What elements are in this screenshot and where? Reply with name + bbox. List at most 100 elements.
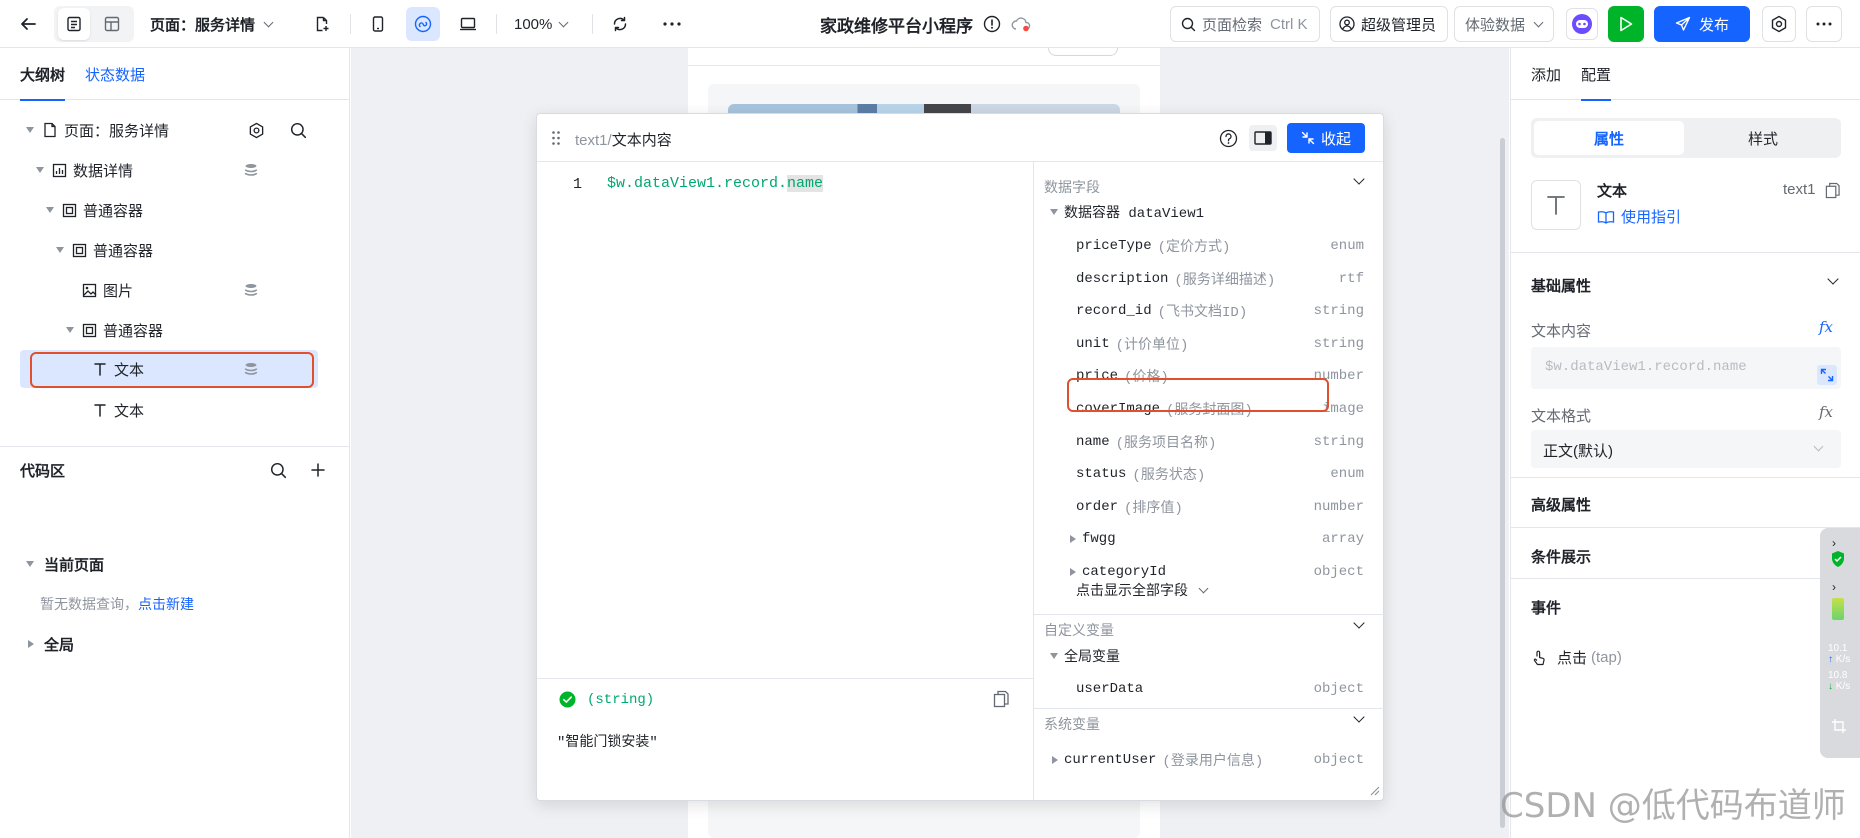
field-row-status[interactable]: status (服务状态) enum [1034,458,1384,490]
zoom-select[interactable]: 100% [508,8,573,40]
tab-config[interactable]: 配置 [1581,48,1612,101]
tree-node-container[interactable]: 普通容器 [0,230,350,270]
chevron-down-icon[interactable] [1353,711,1365,723]
miniprogram-device-icon[interactable] [406,7,440,41]
page-selector[interactable]: 页面：服务详情 [146,8,276,40]
expand-caret-icon[interactable] [26,561,34,567]
create-query-link[interactable]: 点击新建 [138,596,194,612]
node-settings-icon[interactable] [248,122,265,139]
field-row-priceType[interactable]: priceType (定价方式) enum [1034,230,1384,262]
refresh-icon[interactable] [604,8,636,40]
expand-caret-icon[interactable] [28,640,34,648]
field-row-fwgg[interactable]: fwgg array [1034,523,1384,555]
drag-handle-icon[interactable] [551,130,561,146]
collapse-button[interactable]: 收起 [1287,123,1365,153]
data-container-node[interactable]: 数据容器 dataView1 [1034,196,1384,228]
mobile-device-icon[interactable] [362,8,394,40]
chevron-down-icon [558,17,569,27]
run-preview-button[interactable] [1608,6,1644,42]
expand-caret-icon[interactable] [1050,653,1058,659]
advanced-props-title[interactable]: 高级属性 [1531,494,1591,515]
field-row-record_id[interactable]: record_id (飞书文档ID) string [1034,295,1384,327]
expand-caret-icon[interactable] [66,327,74,333]
more-menu-icon[interactable] [1806,6,1842,42]
advanced-props-section[interactable]: 高级属性 [1511,478,1860,528]
resize-handle-icon[interactable] [1368,784,1380,796]
page-search[interactable]: 页面检索 Ctrl K [1170,6,1320,42]
fx-icon[interactable]: fx [1819,318,1833,336]
toggle-sidebar-icon[interactable] [1249,125,1277,151]
add-code-icon[interactable] [310,462,326,478]
conditional-title[interactable]: 条件展示 [1531,546,1591,567]
add-page-icon[interactable] [306,8,338,40]
tree-search-icon[interactable] [290,122,307,139]
expand-caret-icon[interactable] [26,127,34,133]
chevron-right-icon[interactable]: › [1832,580,1836,594]
canvas-scrollbar[interactable] [1500,138,1505,828]
tree-node-text-selected[interactable]: 文本 [0,349,350,389]
tree-node-page[interactable]: 页面：服务详情 [0,110,350,150]
expand-caret-icon[interactable] [1050,209,1058,215]
expand-caret-icon[interactable] [56,247,64,253]
text-content-input[interactable]: $w.dataView1.record.name [1531,347,1841,389]
more-icon[interactable] [656,8,688,40]
expand-caret-icon[interactable] [1052,756,1058,764]
help-icon[interactable] [1219,129,1238,148]
expand-caret-icon[interactable] [36,167,44,173]
copy-icon[interactable] [993,690,1009,708]
tree-node-text[interactable]: 文本 [0,390,350,430]
back-arrow-icon[interactable] [12,8,44,40]
tree-node-data-detail[interactable]: 数据详情 [0,150,350,190]
code-global[interactable]: 全局 [0,624,350,664]
guide-link[interactable]: 使用指引 [1597,206,1681,227]
conditional-section[interactable]: 条件展示 [1511,528,1860,579]
field-row-order[interactable]: order (排序值) number [1034,491,1384,523]
tree-node-image[interactable]: 图片 [0,270,350,310]
chevron-down-icon[interactable] [1353,173,1365,185]
tree-node-container[interactable]: 普通容器 [0,190,350,230]
events-title[interactable]: 事件 [1531,597,1561,618]
code-line[interactable]: $w.dataView1.record.name [607,175,824,192]
field-row-userData[interactable]: userData object [1034,673,1384,705]
field-type: array [1321,531,1364,548]
tab-state-data[interactable]: 状态数据 [85,48,145,100]
ai-assistant-icon[interactable] [1566,8,1598,40]
segment-properties[interactable]: 属性 [1534,121,1684,155]
user-role-button[interactable]: 超级管理员 [1330,6,1448,42]
tab-add[interactable]: 添加 [1531,48,1561,100]
expand-caret-icon[interactable] [1070,535,1076,544]
code-search-icon[interactable] [270,462,287,479]
basic-props-title[interactable]: 基础属性 [1531,275,1591,296]
network-speed-widget[interactable]: › › 10.1 ↑ K/s 10.8 ↓ K/s [1820,528,1860,758]
settings-icon[interactable] [1762,6,1796,42]
fx-icon[interactable]: fx [1819,403,1833,421]
env-select[interactable]: 体验数据 [1454,6,1554,42]
chevron-down-icon [1198,583,1209,593]
segment-style[interactable]: 样式 [1688,121,1838,155]
field-row-name[interactable]: name (服务项目名称) string [1034,426,1384,458]
tab-outline-tree[interactable]: 大纲树 [20,48,66,101]
chevron-down-icon[interactable] [1353,617,1365,629]
breadcrumb-component-id[interactable]: text1 [575,132,608,149]
field-row-currentUser[interactable]: currentUser (登录用户信息) object [1034,744,1384,776]
copy-id-icon[interactable] [1825,182,1840,199]
field-row-description[interactable]: description (服务详细描述) rtf [1034,263,1384,295]
show-all-fields[interactable]: 点击显示全部字段 [1034,574,1384,606]
event-item-tap[interactable]: 点击 (tap) [1531,647,1622,668]
chevron-right-icon[interactable]: › [1832,536,1836,550]
crop-icon[interactable] [1831,718,1847,734]
publish-button[interactable]: 发布 [1654,6,1750,42]
field-row-unit[interactable]: unit (计价单位) string [1034,328,1384,360]
chevron-down-icon[interactable] [1827,273,1839,285]
text-format-select[interactable]: 正文(默认) [1531,430,1841,468]
layout-view-icon[interactable] [96,8,128,40]
expand-caret-icon[interactable] [46,207,54,213]
page-view-icon[interactable] [58,8,90,40]
warning-icon[interactable] [983,15,1001,33]
code-editor[interactable]: 1 $w.dataView1.record.name [537,162,1034,678]
code-current-page[interactable]: 当前页面 [0,544,350,584]
expand-editor-icon[interactable] [1817,365,1837,385]
tree-node-container[interactable]: 普通容器 [0,310,350,350]
desktop-device-icon[interactable] [452,8,484,40]
global-vars-node[interactable]: 全局变量 [1034,640,1384,672]
